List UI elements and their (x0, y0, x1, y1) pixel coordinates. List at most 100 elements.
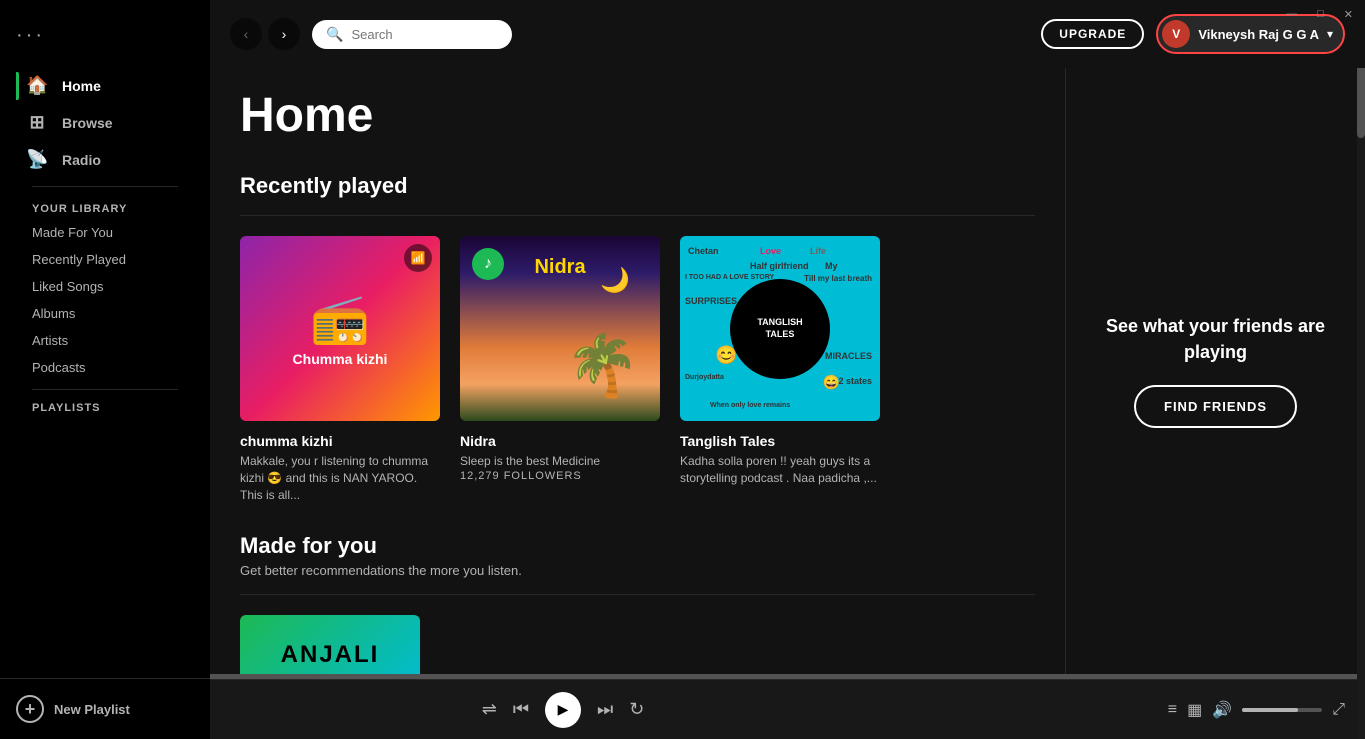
top-nav: ‹ › 🔍 UPGRADE V Vikneysh Raj G G A ▾ (210, 0, 1365, 68)
search-input[interactable] (351, 27, 491, 42)
sidebar: ··· 🏠 Home ⊞ Browse 📡 Radio YOUR LIBRARY… (0, 0, 210, 739)
section-divider-recently-played (240, 215, 1035, 216)
card-title-nidra: Nidra (460, 433, 660, 449)
sidebar-top: ··· 🏠 Home ⊞ Browse 📡 Radio YOUR LIBRARY… (0, 0, 210, 426)
tanglish-circle: TANGLISHTALES (730, 279, 830, 379)
fw-chetan: Chetan (688, 246, 719, 256)
card-chumma-kizhi[interactable]: 📻 Chumma kizhi 📶 chumma kizhi Makkale, y… (240, 236, 440, 503)
card-followers-nidra: 12,279 FOLLOWERS (460, 470, 660, 482)
sidebar-item-albums[interactable]: Albums (16, 300, 194, 327)
back-button[interactable]: ‹ (230, 18, 262, 50)
fw-whenonlylove: When only love remains (710, 402, 790, 409)
sidebar-item-podcasts[interactable]: Podcasts (16, 354, 194, 381)
fw-mylife: My (825, 261, 838, 271)
radio-visual-icon: 📻 (310, 290, 370, 347)
made-for-you-subtitle: Get better recommendations the more you … (240, 563, 1035, 578)
plus-icon: + (16, 695, 44, 723)
card-image-chumma-kizhi: 📻 Chumma kizhi 📶 (240, 236, 440, 421)
menu-dots[interactable]: ··· (16, 24, 194, 47)
fw-tillmy: Till my last breath (804, 274, 872, 283)
fw-miracles: MIRACLES (825, 351, 872, 361)
card-desc-nidra: Sleep is the best Medicine (460, 453, 660, 470)
upgrade-button[interactable]: UPGRADE (1041, 19, 1144, 49)
volume-fill (1242, 708, 1298, 712)
card-desc-tanglish: Kadha solla poren !! yeah guys its a sto… (680, 453, 880, 487)
fw-love: Love (760, 246, 781, 256)
section-divider-made-for-you (240, 594, 1035, 595)
fw-itoo: I TOO HAD A LOVE STORY (685, 274, 774, 281)
active-indicator (16, 72, 19, 100)
page-title: Home (240, 88, 1035, 143)
sidebar-divider-1 (32, 186, 178, 187)
card-title-tanglish: Tanglish Tales (680, 433, 880, 449)
sidebar-divider-2 (32, 389, 178, 390)
browse-icon: ⊞ (26, 112, 48, 133)
made-for-you-title: Made for you (240, 533, 1035, 559)
card-nidra[interactable]: ♪ Nidra 🌙 🌴 Nidra Sleep is the best Medi… (460, 236, 660, 503)
user-name: Vikneysh Raj G G A (1198, 27, 1319, 42)
sidebar-item-artists[interactable]: Artists (16, 327, 194, 354)
repeat-button[interactable]: ↻ (629, 699, 644, 720)
fw-life: Life (810, 246, 826, 256)
find-friends-button[interactable]: FIND FRIENDS (1134, 385, 1297, 428)
sidebar-item-home[interactable]: 🏠 Home (16, 67, 194, 104)
made-for-you-preview-card[interactable]: ANJALI (240, 615, 420, 674)
avatar: V (1162, 20, 1190, 48)
nidra-logo: ♪ (472, 248, 504, 280)
nav-arrows: ‹ › (230, 18, 300, 50)
maximize-button[interactable]: □ (1313, 6, 1328, 23)
radio-icon: 📡 (26, 149, 48, 170)
recently-played-section: Recently played 📻 Chumma kizhi (240, 173, 1035, 503)
sidebar-item-recently-played[interactable]: Recently Played (16, 246, 194, 273)
card-image-tanglish: Chetan Love Life Half girlfriend My I TO… (680, 236, 880, 421)
sidebar-item-liked-songs[interactable]: Liked Songs (16, 273, 194, 300)
close-button[interactable]: ✕ (1340, 6, 1357, 23)
sidebar-item-browse-label: Browse (62, 115, 113, 131)
player-bar: ⇌ ⏮ ▶ ⏭ ↻ ≡ ▦ 🔊 ⤢ (210, 679, 1365, 739)
search-icon: 🔍 (326, 26, 343, 43)
minimize-button[interactable]: — (1282, 6, 1301, 23)
fullscreen-icon[interactable]: ⤢ (1332, 701, 1345, 719)
window-controls: — □ ✕ (1282, 6, 1357, 23)
volume-slider[interactable] (1242, 708, 1322, 712)
sidebar-item-browse[interactable]: ⊞ Browse (16, 104, 194, 141)
card-title-chumma-kizhi: chumma kizhi (240, 433, 440, 449)
card1-bottom-text: Chumma kizhi (293, 351, 388, 367)
card-desc-chumma-kizhi: Makkale, you r listening to chumma kizhi… (240, 453, 440, 503)
next-button[interactable]: ⏭ (597, 699, 613, 720)
player-controls: ⇌ ⏮ ▶ ⏭ ↻ (482, 692, 645, 728)
main-content: Home Recently played 📻 Chumma (210, 68, 1065, 674)
nav-home-wrapper: 🏠 Home (16, 67, 194, 104)
card-play-badge-1: 📶 (404, 244, 432, 272)
tanglish-circle-text: TANGLISHTALES (757, 317, 802, 340)
recently-played-title: Recently played (240, 173, 1035, 199)
playlists-section-title: PLAYLISTS (16, 398, 194, 418)
sidebar-item-radio[interactable]: 📡 Radio (16, 141, 194, 178)
devices-icon[interactable]: ▦ (1187, 700, 1202, 720)
sidebar-bottom: + New Playlist (0, 678, 210, 739)
card-tanglish-tales[interactable]: Chetan Love Life Half girlfriend My I TO… (680, 236, 880, 503)
volume-icon[interactable]: 🔊 (1212, 700, 1232, 720)
fw-surprises: SURPRISES (685, 296, 737, 306)
play-icon: ▶ (558, 701, 569, 718)
library-section-title: YOUR LIBRARY (16, 195, 194, 219)
fw-2states: 2 states (838, 376, 872, 386)
prev-button[interactable]: ⏮ (513, 699, 529, 720)
play-pause-button[interactable]: ▶ (545, 692, 581, 728)
queue-icon[interactable]: ≡ (1168, 701, 1177, 719)
new-playlist-button[interactable]: + New Playlist (16, 695, 194, 723)
home-icon: 🏠 (26, 75, 48, 96)
fw-halfgf: Half girlfriend (750, 261, 809, 271)
app-layout: ··· 🏠 Home ⊞ Browse 📡 Radio YOUR LIBRARY… (0, 0, 1365, 739)
right-panel: See what your friends are playing FIND F… (1065, 68, 1365, 674)
forward-button[interactable]: › (268, 18, 300, 50)
recently-played-cards: 📻 Chumma kizhi 📶 chumma kizhi Makkale, y… (240, 236, 1035, 503)
shuffle-button[interactable]: ⇌ (482, 699, 497, 720)
avatar-initials: V (1172, 27, 1180, 41)
nidra-title-overlay: Nidra (534, 256, 585, 279)
sidebar-item-made-for-you[interactable]: Made For You (16, 219, 194, 246)
search-bar[interactable]: 🔍 (312, 20, 512, 49)
new-playlist-label: New Playlist (54, 702, 130, 717)
player-right-controls: ≡ ▦ 🔊 ⤢ (1168, 700, 1345, 720)
fw-durjoydatta: Durjoydatta (685, 374, 724, 381)
